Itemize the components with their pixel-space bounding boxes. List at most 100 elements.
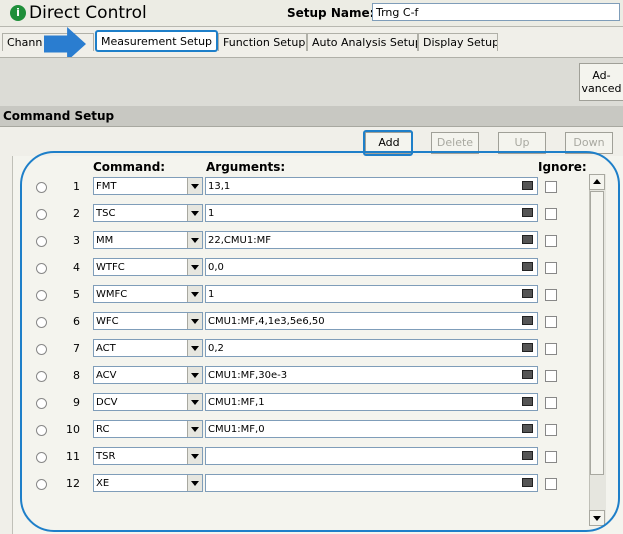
command-select[interactable]: DCV: [93, 393, 203, 411]
up-button[interactable]: Up: [498, 132, 546, 154]
tab-measurement-setup[interactable]: Measurement Setup: [95, 30, 218, 52]
row-select-radio[interactable]: [36, 263, 47, 274]
arguments-input[interactable]: CMU1:MF,4,1e3,5e6,50: [205, 312, 538, 330]
ignore-checkbox[interactable]: [545, 235, 557, 247]
command-select[interactable]: ACV: [93, 366, 203, 384]
chevron-down-icon[interactable]: [187, 205, 202, 221]
chevron-down-icon[interactable]: [187, 421, 202, 437]
row-select-radio[interactable]: [36, 371, 47, 382]
scroll-up-button[interactable]: [589, 174, 605, 190]
tab-function-setup[interactable]: Function Setup: [218, 33, 307, 51]
command-select[interactable]: WMFC: [93, 285, 203, 303]
ignore-checkbox[interactable]: [545, 262, 557, 274]
command-value: WFC: [96, 316, 119, 327]
ignore-checkbox[interactable]: [545, 208, 557, 220]
row-select-radio[interactable]: [36, 452, 47, 463]
row-select-radio[interactable]: [36, 317, 47, 328]
command-value: TSC: [96, 208, 116, 219]
row-select-radio[interactable]: [36, 479, 47, 490]
arguments-input[interactable]: 1: [205, 204, 538, 222]
tab-auto-analysis-setup[interactable]: Auto Analysis Setup: [307, 33, 418, 51]
row-select-radio[interactable]: [36, 209, 47, 220]
row-select-radio[interactable]: [36, 236, 47, 247]
scroll-down-button[interactable]: [589, 510, 605, 526]
advanced-button[interactable]: Ad- vanced: [579, 63, 623, 101]
keyboard-icon[interactable]: [522, 451, 533, 460]
row-number: 1: [73, 180, 80, 193]
keyboard-icon[interactable]: [522, 289, 533, 298]
arguments-input[interactable]: 13,1: [205, 177, 538, 195]
arguments-input[interactable]: CMU1:MF,0: [205, 420, 538, 438]
arguments-input[interactable]: [205, 474, 538, 492]
chevron-down-icon[interactable]: [187, 394, 202, 410]
row-select-radio[interactable]: [36, 344, 47, 355]
arguments-input[interactable]: 0,2: [205, 339, 538, 357]
ignore-checkbox[interactable]: [545, 289, 557, 301]
chevron-down-icon[interactable]: [187, 259, 202, 275]
command-select[interactable]: MM: [93, 231, 203, 249]
keyboard-icon[interactable]: [522, 424, 533, 433]
ignore-checkbox[interactable]: [545, 343, 557, 355]
chevron-down-icon[interactable]: [187, 286, 202, 302]
command-row: 12 XE: [0, 471, 600, 495]
command-select[interactable]: RC: [93, 420, 203, 438]
row-number: 7: [73, 342, 80, 355]
tab-display-setup[interactable]: Display Setup: [418, 33, 498, 51]
column-header-ignore: Ignore:: [538, 160, 587, 174]
row-number: 6: [73, 315, 80, 328]
ignore-checkbox[interactable]: [545, 370, 557, 382]
row-select-radio[interactable]: [36, 398, 47, 409]
arguments-input[interactable]: 1: [205, 285, 538, 303]
keyboard-icon[interactable]: [522, 208, 533, 217]
keyboard-icon[interactable]: [522, 370, 533, 379]
keyboard-icon[interactable]: [522, 397, 533, 406]
arguments-input[interactable]: 0,0: [205, 258, 538, 276]
arguments-input[interactable]: CMU1:MF,1: [205, 393, 538, 411]
command-select[interactable]: ACT: [93, 339, 203, 357]
ignore-checkbox[interactable]: [545, 181, 557, 193]
ignore-checkbox[interactable]: [545, 478, 557, 490]
chevron-down-icon[interactable]: [187, 367, 202, 383]
chevron-down-icon[interactable]: [187, 232, 202, 248]
scroll-thumb[interactable]: [590, 191, 604, 475]
chevron-down-icon[interactable]: [187, 448, 202, 464]
row-number: 4: [73, 261, 80, 274]
command-select[interactable]: XE: [93, 474, 203, 492]
command-select[interactable]: WFC: [93, 312, 203, 330]
row-number: 2: [73, 207, 80, 220]
ignore-checkbox[interactable]: [545, 424, 557, 436]
arguments-input[interactable]: 22,CMU1:MF: [205, 231, 538, 249]
keyboard-icon[interactable]: [522, 316, 533, 325]
arguments-input[interactable]: [205, 447, 538, 465]
ignore-checkbox[interactable]: [545, 397, 557, 409]
command-row: 10 RC CMU1:MF,0: [0, 417, 600, 441]
command-select[interactable]: TSC: [93, 204, 203, 222]
keyboard-icon[interactable]: [522, 478, 533, 487]
ignore-checkbox[interactable]: [545, 451, 557, 463]
delete-button[interactable]: Delete: [431, 132, 479, 154]
command-row: 3 MM 22,CMU1:MF: [0, 228, 600, 252]
row-number: 11: [66, 450, 80, 463]
chevron-down-icon[interactable]: [187, 340, 202, 356]
down-button[interactable]: Down: [565, 132, 613, 154]
column-header-arguments: Arguments:: [206, 160, 286, 174]
chevron-down-icon[interactable]: [187, 475, 202, 491]
command-select[interactable]: WTFC: [93, 258, 203, 276]
command-row: 7 ACT 0,2: [0, 336, 600, 360]
row-select-radio[interactable]: [36, 182, 47, 193]
command-select[interactable]: TSR: [93, 447, 203, 465]
row-number: 10: [66, 423, 80, 436]
keyboard-icon[interactable]: [522, 181, 533, 190]
arguments-input[interactable]: CMU1:MF,30e-3: [205, 366, 538, 384]
keyboard-icon[interactable]: [522, 235, 533, 244]
keyboard-icon[interactable]: [522, 262, 533, 271]
keyboard-icon[interactable]: [522, 343, 533, 352]
chevron-down-icon[interactable]: [187, 178, 202, 194]
command-select[interactable]: FMT: [93, 177, 203, 195]
row-select-radio[interactable]: [36, 425, 47, 436]
setup-name-input[interactable]: Trng C-f: [372, 3, 620, 21]
chevron-down-icon[interactable]: [187, 313, 202, 329]
row-select-radio[interactable]: [36, 290, 47, 301]
setup-name-label: Setup Name:: [287, 6, 375, 20]
ignore-checkbox[interactable]: [545, 316, 557, 328]
